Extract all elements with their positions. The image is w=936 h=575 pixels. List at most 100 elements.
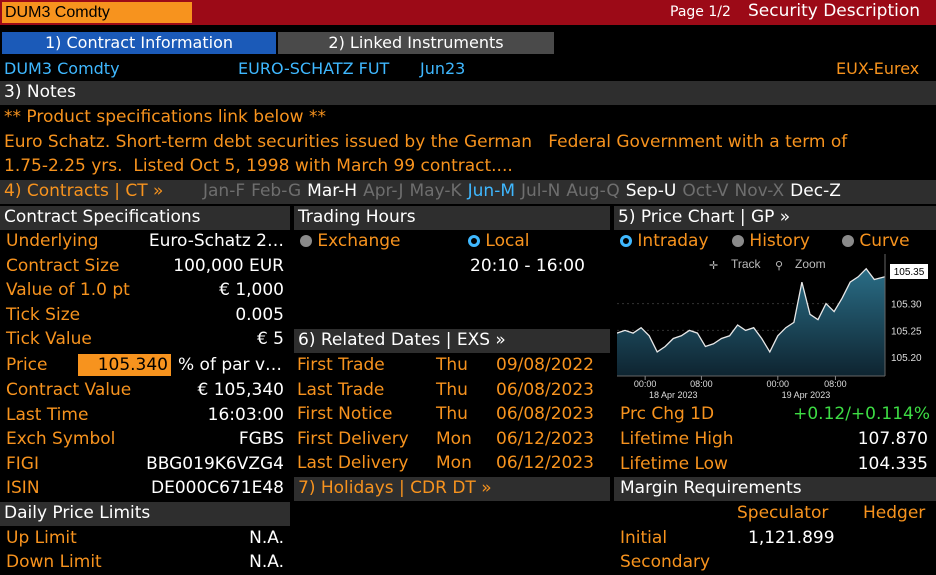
intraday-label: Intraday	[637, 231, 709, 251]
price-change-label: Prc Chg 1D	[620, 404, 715, 424]
margin-initial-label: Initial	[620, 528, 668, 548]
curve-label: Curve	[859, 231, 910, 251]
radio-unselected-icon	[842, 235, 854, 247]
lifetime-high-label: Lifetime High	[620, 429, 734, 449]
spec-value: 16:03:00	[207, 404, 284, 425]
margin-speculator-header: Speculator	[737, 503, 829, 523]
lifetime-high-value: 107.870	[857, 429, 928, 449]
margin-hedger-header: Hedger	[863, 503, 926, 523]
date-weekday: Thu	[436, 355, 468, 375]
zoom-button[interactable]: ⚲ Zoom	[775, 257, 826, 272]
up-limit-label: Up Limit	[6, 528, 77, 548]
track-button[interactable]: ✛ Track	[709, 257, 762, 272]
spec-label: Tick Size	[6, 304, 81, 325]
date-weekday: Mon	[436, 428, 472, 449]
date-label: Last Trade	[297, 379, 385, 400]
price-unit: % of par v…	[178, 355, 283, 375]
up-limit-value: N.A.	[249, 528, 284, 548]
contracts-link[interactable]: 4) Contracts | CT »	[4, 181, 163, 201]
tab-contract-information[interactable]: 1) Contract Information	[2, 32, 276, 54]
contract-month-mar-h[interactable]: Mar-H	[307, 181, 357, 201]
y-tick-label: 105.20	[891, 353, 922, 364]
exchange-time-label: Exchange	[317, 231, 401, 251]
intraday-option[interactable]: Intraday	[620, 231, 709, 251]
notes-description-line-1: Euro Schatz. Short-term debt securities …	[4, 132, 848, 152]
lifetime-low-value: 104.335	[857, 454, 928, 474]
x-tick-label: 08:00	[690, 379, 713, 389]
date-value: 06/12/2023	[496, 453, 594, 473]
contract-months: Jan-F Feb-G Mar-H Apr-J May-K Jun-M Jul-N Aug-Q…	[203, 181, 847, 201]
notes-description-line-2: 1.75-2.25 yrs. Listed Oct 5, 1998 with M…	[4, 156, 513, 176]
date-label: Last Delivery	[297, 453, 409, 473]
date-value: 06/08/2023	[496, 379, 594, 400]
x-date-label: 18 Apr 2023	[649, 390, 698, 400]
date-value: 06/12/2023	[496, 428, 594, 449]
exchange-time-option[interactable]: Exchange	[300, 231, 400, 251]
curve-option[interactable]: Curve	[842, 231, 910, 251]
holidays-link[interactable]: 7) Holidays | CDR DT »	[298, 478, 492, 498]
contract-month-dec-z[interactable]: Dec-Z	[790, 181, 841, 201]
contract-month-jun-m[interactable]: Jun-M	[468, 181, 515, 201]
y-tick-label: 105.25	[891, 326, 922, 337]
contract-month-jan-f[interactable]: Jan-F	[203, 181, 245, 201]
security-ticker: DUM3 Comdty	[4, 59, 120, 78]
contract-month-feb-g[interactable]: Feb-G	[251, 181, 301, 201]
notes-title[interactable]: 3) Notes	[4, 82, 76, 102]
page-title: Security Description	[748, 1, 921, 21]
radio-selected-icon	[468, 235, 480, 247]
crosshair-icon: ✛	[709, 259, 718, 272]
radio-unselected-icon	[732, 235, 744, 247]
contract-month-may-k[interactable]: May-K	[409, 181, 461, 201]
date-label: First Notice	[297, 404, 393, 424]
radio-selected-icon	[620, 235, 632, 247]
contract-month-oct-v[interactable]: Oct-V	[682, 181, 728, 201]
spec-label: Contract Value	[6, 380, 132, 400]
chart-y-ticks: 105.30 105.25 105.20	[891, 300, 922, 365]
spec-value: 0.005	[235, 304, 284, 325]
price-chart-link[interactable]: 5) Price Chart | GP »	[618, 207, 790, 227]
spec-label: Last Time	[6, 404, 89, 425]
trading-hours-range: 20:10 - 16:00	[470, 256, 585, 276]
contract-month-nov-x[interactable]: Nov-X	[735, 181, 785, 201]
date-label: First Delivery	[297, 428, 409, 449]
spec-label: ISIN	[6, 478, 40, 498]
price-label: Price	[6, 355, 48, 375]
contract-month-apr-j[interactable]: Apr-J	[363, 181, 403, 201]
down-limit-label: Down Limit	[6, 552, 102, 572]
x-date-label: 19 Apr 2023	[782, 390, 831, 400]
hours-title: Trading Hours	[298, 207, 416, 227]
spec-label: Exch Symbol	[6, 429, 116, 449]
spec-label: Contract Size	[6, 255, 120, 276]
security-name: EURO-SCHATZ FUT	[238, 59, 390, 78]
spec-value: FGBS	[238, 429, 284, 449]
local-time-option[interactable]: Local	[468, 231, 529, 251]
y-tick-label: 105.30	[891, 300, 922, 311]
date-label: First Trade	[297, 355, 385, 375]
lifetime-low-label: Lifetime Low	[620, 454, 728, 474]
price-input[interactable]: 105.340	[78, 354, 171, 376]
contract-month-sep-u[interactable]: Sep-U	[626, 181, 677, 201]
x-tick-label: 00:00	[634, 379, 657, 389]
page-indicator: Page 1/2	[670, 4, 731, 20]
date-weekday: Thu	[436, 379, 468, 400]
specs-title: Contract Specifications	[4, 207, 201, 227]
notes-link-line[interactable]: ** Product specifications link below **	[4, 107, 326, 127]
spec-label: Underlying	[6, 231, 99, 251]
spec-value: 100,000 EUR	[173, 255, 284, 276]
tab-linked-instruments[interactable]: 2) Linked Instruments	[278, 32, 554, 54]
history-option[interactable]: History	[732, 231, 810, 251]
margin-initial-value: 1,121.899	[748, 528, 835, 548]
limits-title: Daily Price Limits	[4, 503, 151, 523]
radio-unselected-icon	[300, 235, 312, 247]
down-limit-value: N.A.	[249, 552, 284, 572]
ticker-input[interactable]: DUM3 Comdty	[2, 2, 192, 23]
spec-label: Tick Value	[6, 329, 92, 349]
price-change-value: +0.12/+0.114%	[793, 404, 930, 424]
contract-month-aug-q[interactable]: Aug-Q	[566, 181, 619, 201]
intraday-price-chart[interactable]: 105.30105.25105.20 00:00 08:00 00:00 08:001…	[617, 254, 933, 401]
spec-value: BBG019K6VZG4	[146, 453, 284, 474]
zoom-icon: ⚲	[775, 259, 783, 272]
related-dates-link[interactable]: 6) Related Dates | EXS »	[298, 330, 506, 350]
contract-month-jul-n[interactable]: Jul-N	[521, 181, 560, 201]
spec-label: Value of 1.0 pt	[6, 280, 130, 300]
